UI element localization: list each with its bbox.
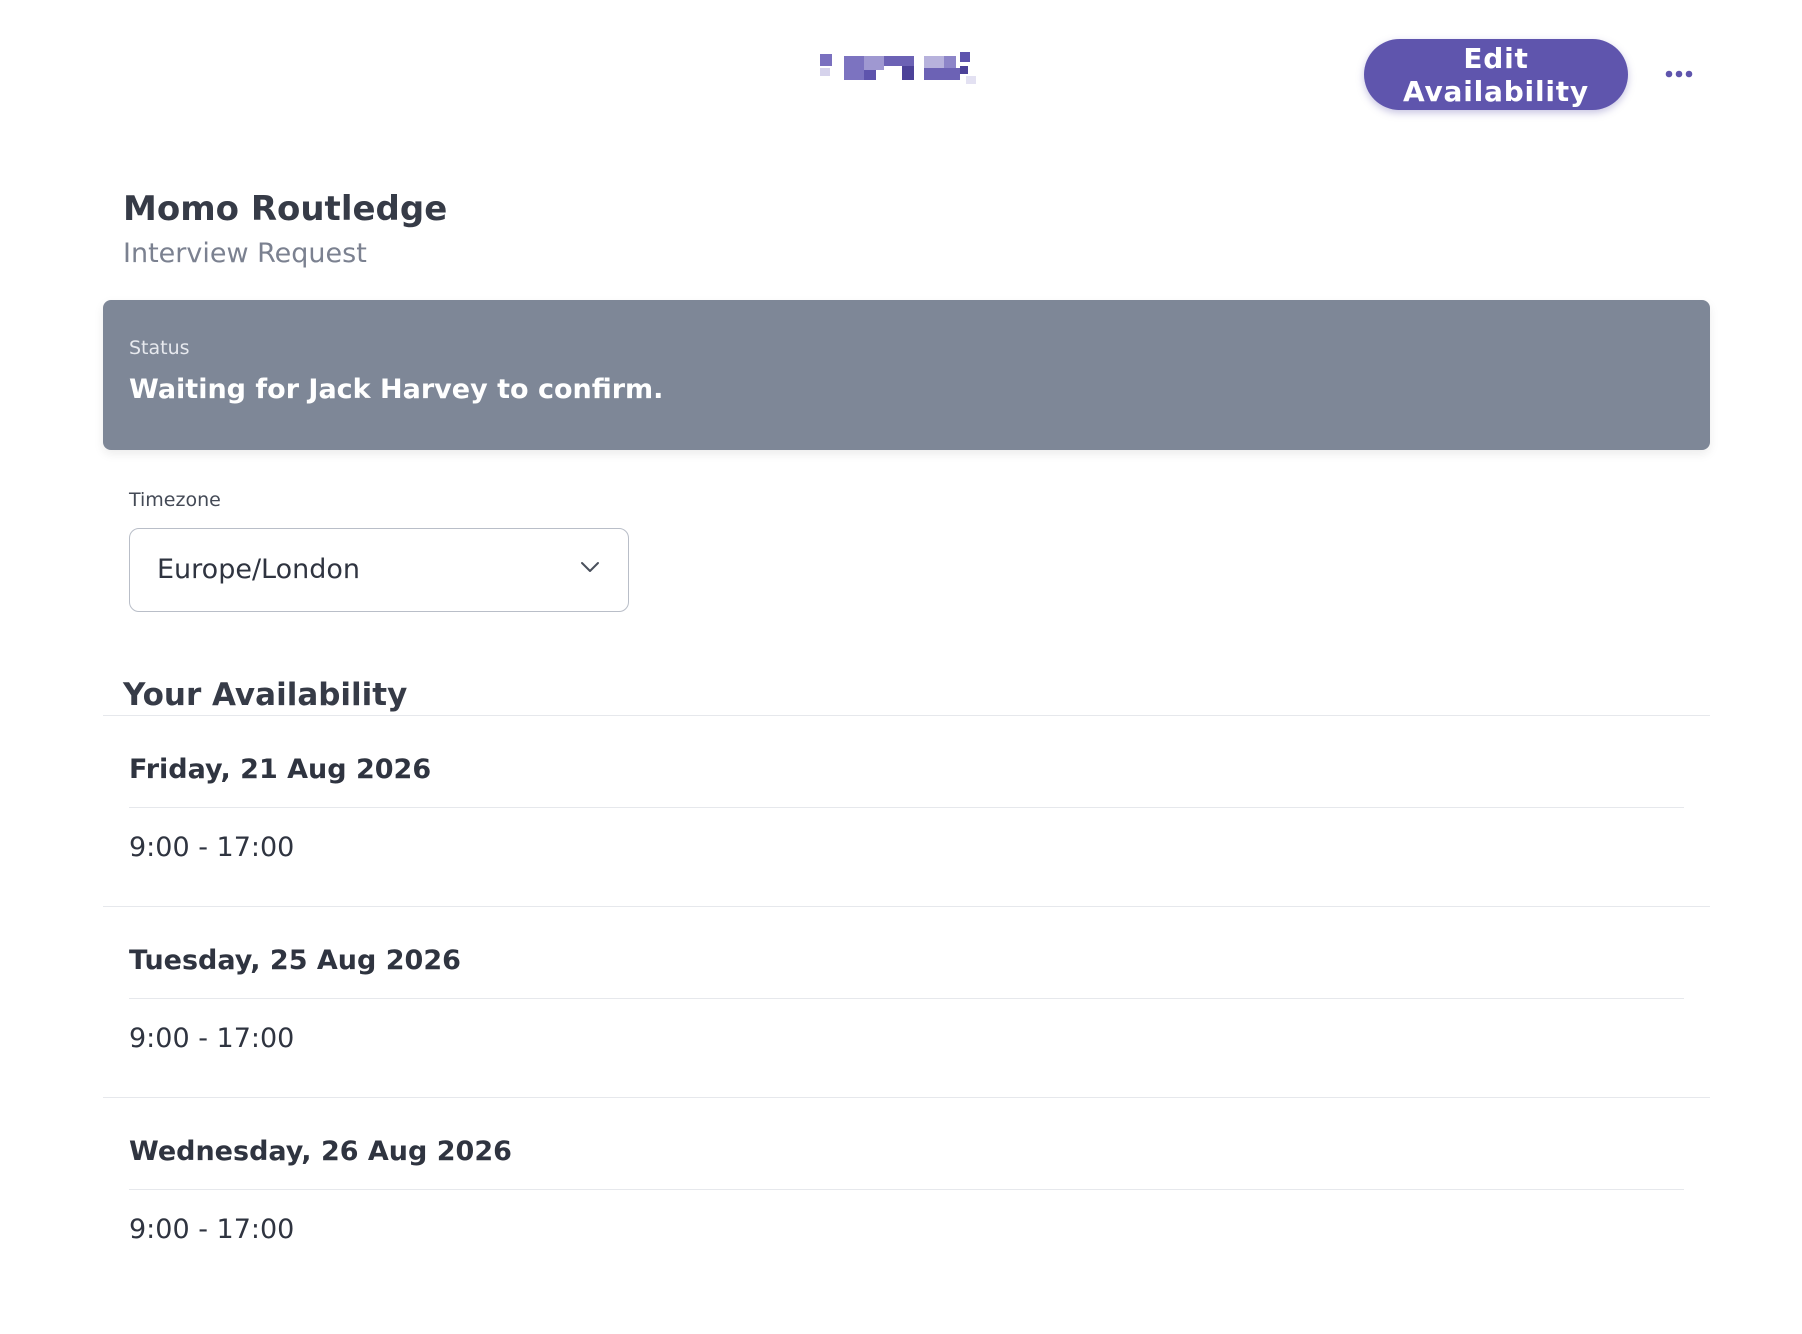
chevron-down-icon [581,562,599,572]
more-options-button[interactable] [1656,56,1702,92]
timezone-label: Timezone [129,489,221,511]
edit-availability-button[interactable]: Edit Availability [1364,39,1628,110]
availability-day: Friday, 21 Aug 2026 9:00 - 17:00 [103,716,1710,907]
day-date: Tuesday, 25 Aug 2026 [129,945,461,976]
more-horizontal-icon [1665,70,1693,78]
day-time-range: 9:00 - 17:00 [129,1023,295,1054]
day-date: Friday, 21 Aug 2026 [129,754,432,785]
availability-day: Wednesday, 26 Aug 2026 9:00 - 17:00 [103,1098,1710,1289]
status-message: Waiting for Jack Harvey to confirm. [129,374,664,405]
day-time-range: 9:00 - 17:00 [129,832,295,863]
request-type: Interview Request [123,238,367,269]
timezone-value: Europe/London [157,554,361,585]
availability-heading: Your Availability [123,677,408,713]
day-time-range: 9:00 - 17:00 [129,1214,295,1245]
divider [129,807,1684,808]
status-label: Status [129,337,190,359]
timezone-select[interactable]: Europe/London [129,528,629,612]
status-banner: Status Waiting for Jack Harvey to confir… [103,300,1710,450]
candidate-name: Momo Routledge [123,189,448,229]
day-date: Wednesday, 26 Aug 2026 [129,1136,512,1167]
top-bar: Edit Availability [0,0,1802,150]
company-logo [818,52,1002,92]
divider [129,1189,1684,1190]
availability-day: Tuesday, 25 Aug 2026 9:00 - 17:00 [103,907,1710,1098]
divider [129,998,1684,999]
